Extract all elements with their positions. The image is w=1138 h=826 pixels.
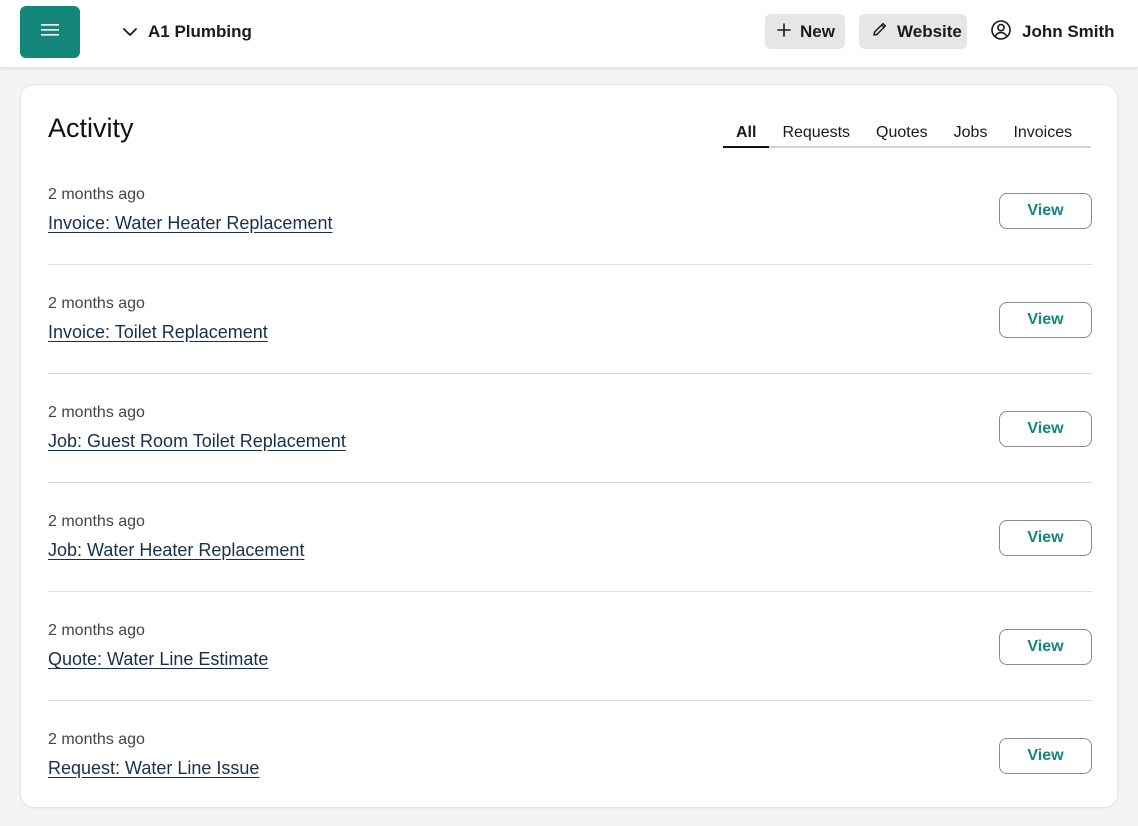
tab-all[interactable]: All xyxy=(723,123,770,148)
view-button[interactable]: View xyxy=(999,629,1092,665)
user-circle-icon xyxy=(990,19,1012,46)
activity-filter-tabs: All Requests Quotes Jobs Invoices xyxy=(723,123,1091,148)
list-item: 2 months ago Job: Guest Room Toilet Repl… xyxy=(48,374,1092,483)
activity-link[interactable]: Quote: Water Line Estimate xyxy=(48,649,268,670)
tab-jobs[interactable]: Jobs xyxy=(941,123,1001,148)
activity-link[interactable]: Invoice: Toilet Replacement xyxy=(48,322,268,343)
plus-icon xyxy=(777,22,791,42)
activity-link[interactable]: Request: Water Line Issue xyxy=(48,758,259,779)
pencil-icon xyxy=(871,21,888,43)
activity-card: Activity All Requests Quotes Jobs Invoic… xyxy=(20,84,1118,808)
page-title: Activity xyxy=(48,113,134,143)
view-button[interactable]: View xyxy=(999,738,1092,774)
website-button-label: Website xyxy=(897,21,962,41)
list-item: 2 months ago Invoice: Toilet Replacement… xyxy=(48,265,1092,374)
list-item: 2 months ago Request: Water Line Issue V… xyxy=(48,701,1092,810)
list-item: 2 months ago Invoice: Water Heater Repla… xyxy=(48,156,1092,265)
activity-link[interactable]: Invoice: Water Heater Replacement xyxy=(48,213,332,234)
view-button[interactable]: View xyxy=(999,302,1092,338)
view-button[interactable]: View xyxy=(999,193,1092,229)
new-button[interactable]: New xyxy=(765,14,845,49)
list-item: 2 months ago Job: Water Heater Replaceme… xyxy=(48,483,1092,592)
list-item: 2 months ago Quote: Water Line Estimate … xyxy=(48,592,1092,701)
tab-requests[interactable]: Requests xyxy=(769,123,863,148)
chevron-down-icon xyxy=(122,22,138,42)
activity-time: 2 months ago xyxy=(48,622,145,639)
website-button[interactable]: Website xyxy=(859,14,967,49)
activity-time: 2 months ago xyxy=(48,731,145,748)
user-name: John Smith xyxy=(1022,22,1115,41)
company-switcher[interactable]: A1 Plumbing xyxy=(122,18,252,46)
view-button[interactable]: View xyxy=(999,520,1092,556)
tab-invoices[interactable]: Invoices xyxy=(1000,123,1085,148)
tab-quotes[interactable]: Quotes xyxy=(863,123,941,148)
company-name: A1 Plumbing xyxy=(148,22,252,41)
activity-time: 2 months ago xyxy=(48,404,145,421)
activity-time: 2 months ago xyxy=(48,513,145,530)
activity-time: 2 months ago xyxy=(48,295,145,312)
activity-time: 2 months ago xyxy=(48,186,145,203)
activity-link[interactable]: Job: Guest Room Toilet Replacement xyxy=(48,431,346,452)
hamburger-icon xyxy=(41,23,59,42)
menu-button[interactable] xyxy=(20,6,80,58)
new-button-label: New xyxy=(800,21,835,41)
activity-list: 2 months ago Invoice: Water Heater Repla… xyxy=(48,156,1092,810)
activity-link[interactable]: Job: Water Heater Replacement xyxy=(48,540,304,561)
top-bar: A1 Plumbing New Website John Smith xyxy=(0,0,1138,68)
view-button[interactable]: View xyxy=(999,411,1092,447)
user-menu[interactable]: John Smith xyxy=(990,18,1115,46)
